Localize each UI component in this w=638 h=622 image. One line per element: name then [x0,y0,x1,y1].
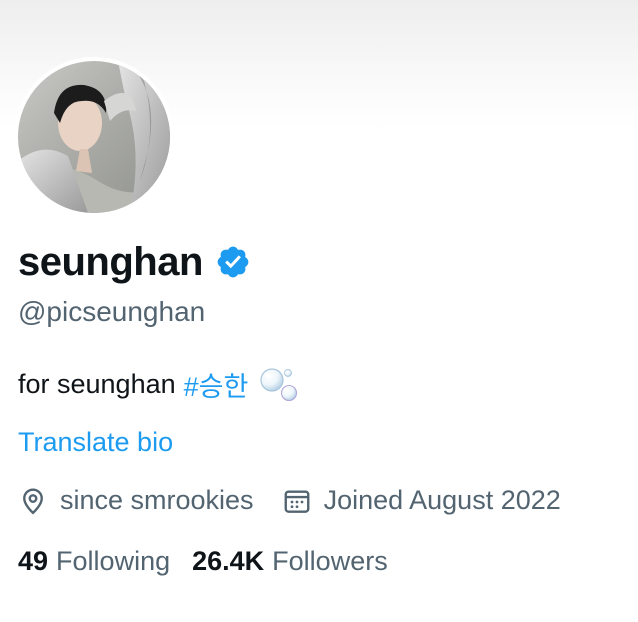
joined-text: Joined August 2022 [323,485,561,515]
calendar-icon [284,489,309,513]
name-row: seunghan [18,236,251,288]
followers-count: 26.4K [192,546,265,576]
profile-meta: since smrookies Joined August 2022 [18,485,561,516]
location-item: since smrookies [18,485,254,516]
following-link[interactable]: 49 Following [18,546,170,577]
following-label: Following [56,546,171,576]
joined-item: Joined August 2022 [282,485,561,516]
bio-text: for seunghan [18,368,176,399]
followers-label: Followers [272,546,388,576]
avatar[interactable] [14,57,174,217]
following-count: 49 [18,546,49,576]
user-handle: @picseunghan [18,296,206,327]
translate-bio-link[interactable]: Translate bio [18,427,173,458]
bio: for seunghan #승한 [18,364,302,404]
display-name: seunghan [18,239,203,284]
followers-link[interactable]: 26.4K Followers [192,546,388,577]
bubbles-emoji-icon [260,368,298,402]
verified-badge-icon[interactable] [215,244,251,280]
location-pin-icon [23,487,43,514]
location-text: since smrookies [60,485,254,515]
bio-hashtag-link[interactable]: #승한 [184,365,249,404]
avatar-photo [18,61,170,213]
follow-stats: 49 Following 26.4K Followers [18,546,388,577]
